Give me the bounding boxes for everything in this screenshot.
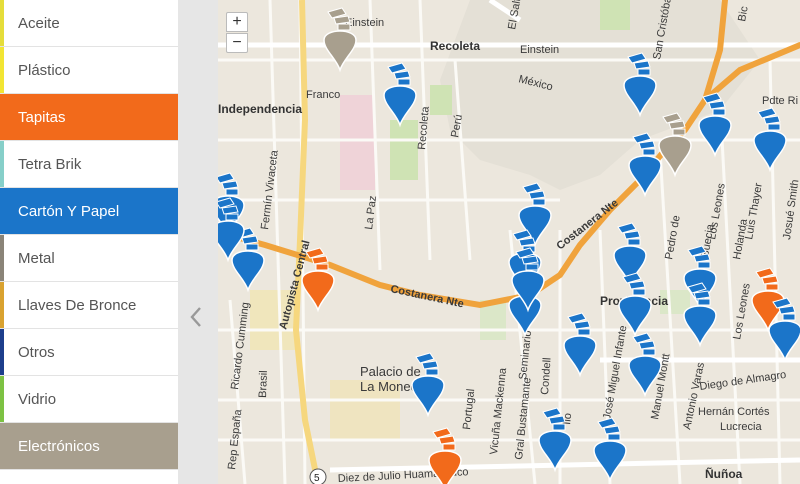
zoom-in-button[interactable]: + — [226, 12, 248, 32]
street-label: Einstein — [520, 44, 559, 56]
street-label: Lucrecia — [720, 421, 762, 433]
category-color-bar — [0, 188, 4, 234]
street-label: Brasil — [257, 370, 270, 398]
category-item-4[interactable]: Tetra Brik — [0, 141, 178, 188]
category-item-6[interactable]: Metal — [0, 235, 178, 282]
category-item-10[interactable]: Electrónicos — [0, 423, 178, 470]
category-item-3[interactable]: Tapitas — [0, 94, 178, 141]
sidebar-gutter — [178, 0, 218, 484]
category-label: Llaves De Bronce — [18, 297, 137, 314]
category-color-bar — [0, 282, 4, 328]
category-color-bar — [0, 94, 4, 140]
street-label: Hernán Cortés — [698, 406, 770, 418]
category-color-bar — [0, 141, 4, 187]
category-label: Cartón Y Papel — [18, 203, 120, 220]
category-label: Aceite — [18, 15, 60, 32]
category-color-bar — [0, 329, 4, 375]
category-item-8[interactable]: Otros — [0, 329, 178, 376]
street-label: Einstein — [345, 17, 384, 29]
category-item-7[interactable]: Llaves De Bronce — [0, 282, 178, 329]
street-label: Franco — [306, 89, 340, 101]
category-label: Plástico — [18, 62, 71, 79]
category-color-bar — [0, 423, 4, 469]
category-item-1[interactable]: Aceite — [0, 0, 178, 47]
category-sidebar: Aceite Plástico Tapitas Tetra Brik Cartón Y … — [0, 0, 178, 484]
chevron-left-icon[interactable] — [184, 300, 210, 334]
category-item-9[interactable]: Vidrio — [0, 376, 178, 423]
category-item-2[interactable]: Plástico — [0, 47, 178, 94]
category-label: Metal — [18, 250, 55, 267]
route-label: 5 — [314, 473, 320, 484]
area-label: Independencia — [218, 102, 302, 116]
area-label: Recoleta — [430, 39, 480, 53]
category-color-bar — [0, 376, 4, 422]
category-label: Tetra Brik — [18, 156, 82, 173]
zoom-out-button[interactable]: − — [226, 33, 248, 53]
category-color-bar — [0, 47, 4, 93]
street-label: Pdte Ri — [762, 95, 798, 107]
category-label: Otros — [18, 344, 55, 361]
category-color-bar — [0, 235, 4, 281]
map-canvas[interactable]: Einstein Einstein Recoleta México El Sal… — [218, 0, 800, 484]
category-label: Vidrio — [18, 391, 57, 408]
category-color-bar — [0, 0, 4, 46]
category-label: Electrónicos — [18, 438, 100, 455]
landmark-label: Palacio de — [360, 364, 421, 379]
category-item-5[interactable]: Cartón Y Papel — [0, 188, 178, 235]
category-label: Tapitas — [18, 109, 66, 126]
area-label: Ñuñoa — [705, 466, 743, 481]
